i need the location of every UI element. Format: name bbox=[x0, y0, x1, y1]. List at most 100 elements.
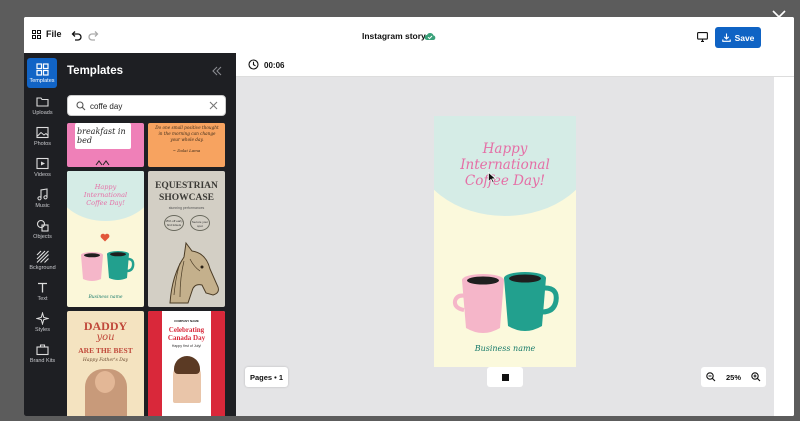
thumb-subtitle: Happy first of July! bbox=[171, 344, 202, 348]
rail-label: Videos bbox=[34, 171, 51, 178]
template-thumb-breakfast[interactable]: breakfast in bed bbox=[67, 123, 144, 167]
file-menu-button[interactable]: File bbox=[32, 29, 62, 39]
rail-label: Photos bbox=[33, 140, 52, 147]
thumb-text: breakfast in bed bbox=[77, 127, 126, 145]
thumb-author: ~ Dalai Lama bbox=[172, 148, 201, 153]
folder-icon bbox=[36, 96, 49, 107]
horse-head-illustration bbox=[169, 241, 219, 304]
thumb-company: COMPANY NAME bbox=[174, 319, 199, 323]
mouse-cursor-icon bbox=[488, 172, 497, 184]
template-thumb-quote[interactable]: Do one small positive thought in the mor… bbox=[148, 123, 225, 167]
rail-label: Uploads bbox=[32, 109, 53, 116]
thumb-line2: you bbox=[96, 332, 115, 343]
thumb-title: Happy International Coffee Day! bbox=[83, 183, 128, 207]
rail-label: Objects bbox=[33, 233, 52, 240]
rail-label: Templates bbox=[29, 77, 55, 84]
video-icon bbox=[36, 157, 49, 169]
text-icon bbox=[38, 282, 47, 292]
search-icon bbox=[76, 101, 86, 111]
rail-label: Styles bbox=[35, 326, 50, 333]
template-thumb-coffee-day[interactable]: Happy International Coffee Day! Business… bbox=[67, 171, 144, 307]
rail-item-objects[interactable]: Objects bbox=[24, 214, 61, 244]
rail-label: Bckground bbox=[29, 264, 56, 271]
thumb-line4: Happy Father's Day bbox=[82, 358, 129, 363]
template-search bbox=[67, 95, 226, 116]
design-title[interactable]: Happy International Coffee Day! bbox=[434, 141, 576, 189]
undo-icon[interactable] bbox=[69, 29, 83, 43]
zoom-level: 25% bbox=[725, 372, 741, 382]
template-thumb-fathers-day[interactable]: DADDY you ARE THE BEST Happy Father's Da… bbox=[67, 311, 144, 416]
duration-display[interactable]: 00:06 bbox=[264, 61, 284, 70]
rail-item-photos[interactable]: Photos bbox=[24, 121, 61, 151]
pages-button[interactable]: Pages • 1 bbox=[245, 367, 288, 387]
templates-panel: Templates breakfast in bed Do one small … bbox=[61, 53, 236, 416]
coffee-cups-illustration bbox=[81, 251, 135, 281]
template-thumb-canada-day[interactable]: COMPANY NAME Celebrating Canada Day Happ… bbox=[148, 311, 225, 416]
sparkle-icon bbox=[36, 311, 49, 325]
zoom-control: 25% bbox=[701, 367, 766, 387]
grid-icon bbox=[32, 29, 41, 39]
thumb-title-line2: SHOWCASE bbox=[159, 193, 214, 203]
thumb-photo-hair bbox=[174, 356, 200, 374]
clock-icon bbox=[248, 59, 259, 70]
save-button[interactable]: Save bbox=[715, 27, 761, 48]
document-title[interactable]: Instagram story bbox=[362, 31, 426, 41]
thumb-photo-face bbox=[95, 371, 115, 393]
cloud-saved-icon bbox=[424, 33, 436, 40]
clear-search-icon[interactable] bbox=[209, 101, 218, 110]
rail-label: Brand Kits bbox=[29, 357, 56, 364]
rail-item-uploads[interactable]: Uploads bbox=[24, 90, 61, 120]
heart-icon bbox=[100, 233, 110, 242]
thumb-title: Celebrating Canada Day bbox=[167, 326, 206, 342]
templates-icon bbox=[35, 62, 49, 76]
search-input[interactable] bbox=[90, 99, 200, 113]
stop-button[interactable] bbox=[487, 367, 523, 387]
rail-item-templates[interactable]: Templates bbox=[27, 58, 57, 88]
rail-item-brand-kits[interactable]: Brand Kits bbox=[24, 338, 61, 368]
background-icon bbox=[36, 250, 49, 263]
design-canvas[interactable]: Happy International Coffee Day! Business… bbox=[434, 116, 576, 367]
editor-topbar: File Instagram story Save bbox=[24, 17, 794, 53]
template-thumb-equestrian[interactable]: EQUESTRIAN SHOWCASE stunning performance… bbox=[148, 171, 225, 307]
timeline-bar: 00:06 bbox=[236, 53, 794, 77]
design-coffee-cups[interactable] bbox=[452, 268, 562, 340]
canvas-stage: 00:06 Happy International Coffee Day! Bu… bbox=[236, 53, 794, 416]
thumb-text: Do one small positive thought in the mor… bbox=[155, 125, 219, 142]
thumb-title-line1: EQUESTRIAN bbox=[155, 181, 218, 191]
rail-item-background[interactable]: Bckground bbox=[24, 245, 61, 275]
rail-item-text[interactable]: Text bbox=[24, 276, 61, 306]
rail-label: Music bbox=[35, 202, 50, 209]
preview-icon[interactable] bbox=[697, 32, 708, 42]
rail-item-music[interactable]: Music bbox=[24, 183, 61, 213]
editor-modal: File Instagram story Save Templates Uplo… bbox=[24, 17, 794, 416]
thumb-decoration bbox=[95, 153, 115, 166]
rail-item-styles[interactable]: Styles bbox=[24, 307, 61, 337]
zoom-in-icon[interactable] bbox=[751, 372, 761, 382]
thumb-subtitle: stunning performances bbox=[168, 206, 205, 210]
file-menu-label: File bbox=[46, 29, 62, 39]
thumb-red-band-left bbox=[148, 311, 162, 416]
collapse-panel-icon[interactable] bbox=[211, 66, 223, 76]
design-title-line1: Happy bbox=[482, 141, 528, 157]
tool-rail: Templates Uploads Photos Videos Music Ob… bbox=[24, 53, 61, 416]
panel-title: Templates bbox=[67, 65, 124, 77]
rail-label: Text bbox=[37, 295, 48, 302]
stop-icon bbox=[501, 373, 509, 381]
redo-icon[interactable] bbox=[87, 29, 101, 43]
design-title-line3: Coffee Day! bbox=[464, 173, 546, 189]
thumb-red-band-right bbox=[211, 311, 225, 416]
save-label: Save bbox=[734, 32, 755, 43]
thumb-line3: ARE THE BEST bbox=[78, 346, 133, 355]
shapes-icon bbox=[36, 219, 49, 232]
music-icon bbox=[37, 187, 48, 200]
zoom-out-icon[interactable] bbox=[706, 372, 716, 382]
rail-item-videos[interactable]: Videos bbox=[24, 152, 61, 182]
image-icon bbox=[36, 126, 49, 138]
briefcase-icon bbox=[36, 343, 49, 355]
thumb-business-name: Business name bbox=[88, 295, 123, 300]
design-business-name[interactable]: Business name bbox=[434, 344, 576, 353]
thumb-badge-1: 15% off early bird tickets bbox=[164, 215, 184, 231]
thumb-badge-2: Secure your spot bbox=[190, 215, 210, 231]
download-icon bbox=[721, 33, 731, 42]
stage-scrollbar[interactable] bbox=[774, 77, 794, 416]
